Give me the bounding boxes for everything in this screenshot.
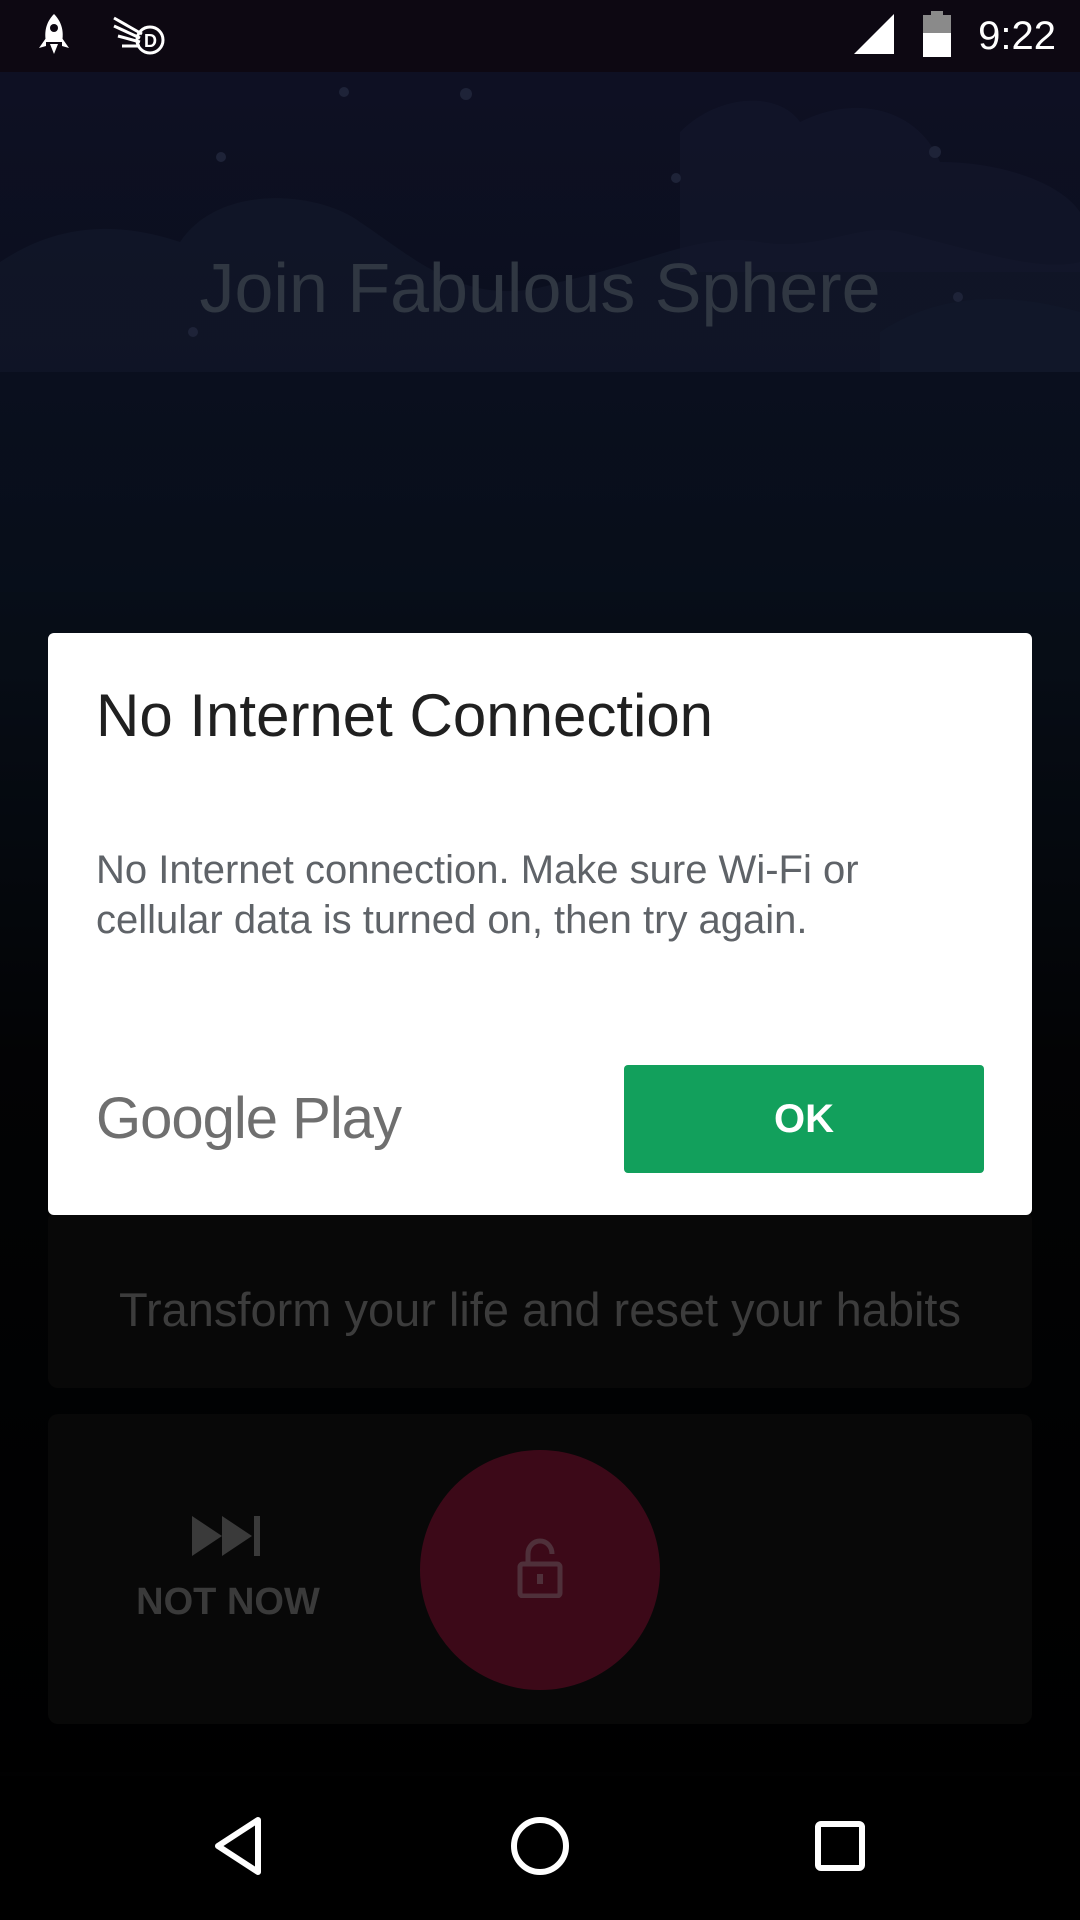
status-bar: D 9:22 [0, 0, 1080, 72]
google-play-logo: Google Play [96, 1086, 402, 1151]
status-left-icons: D [36, 12, 166, 60]
no-internet-dialog: No Internet Connection No Internet conne… [48, 633, 1032, 1215]
status-time: 9:22 [978, 13, 1056, 58]
battery-icon [922, 10, 952, 62]
dialog-title: No Internet Connection [96, 682, 714, 749]
dialog-message: No Internet connection. Make sure Wi-Fi … [96, 848, 859, 942]
home-icon [508, 1814, 572, 1883]
back-icon [208, 1814, 272, 1883]
status-right-icons: 9:22 [852, 10, 1056, 62]
home-button[interactable] [504, 1812, 576, 1884]
signal-icon [852, 12, 896, 61]
ok-button[interactable]: OK [624, 1065, 984, 1173]
recents-button[interactable] [804, 1812, 876, 1884]
rocket-icon [36, 12, 72, 61]
recents-icon [808, 1814, 872, 1883]
navigation-bar [0, 1776, 1080, 1920]
back-button[interactable] [204, 1812, 276, 1884]
svg-text:D: D [144, 31, 157, 51]
screen: D 9:22 Join Fabulous Sphere Transform yo… [0, 0, 1080, 1920]
dash-app-icon: D [112, 12, 166, 61]
